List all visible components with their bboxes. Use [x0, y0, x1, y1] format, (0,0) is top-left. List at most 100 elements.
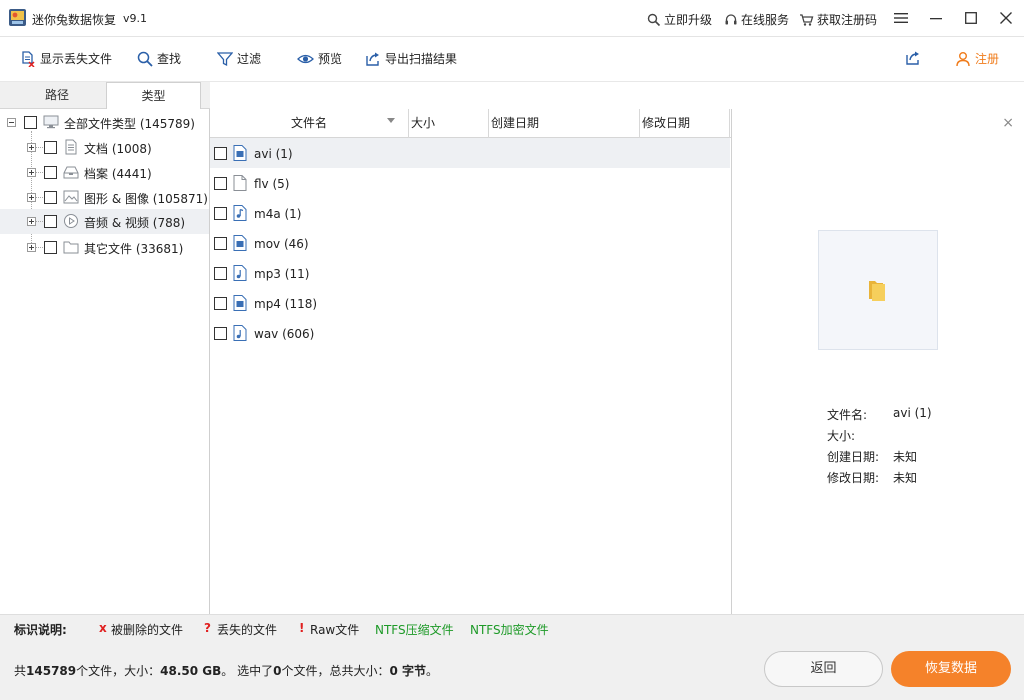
show-lost-files-button[interactable]: 显示丢失文件 [20, 50, 112, 67]
file-name: avi (1) [254, 147, 293, 161]
get-code-label: 获取注册码 [817, 13, 878, 27]
expand-toggle[interactable] [27, 193, 36, 202]
status-text: 个文件，大小： [76, 664, 161, 678]
blank-file-icon [233, 175, 247, 191]
file-name: wav (606) [254, 327, 315, 341]
lost-mark-icon: ? [204, 621, 211, 635]
expand-toggle[interactable] [27, 243, 36, 252]
filter-label: 过滤 [237, 52, 262, 66]
expand-toggle[interactable] [27, 168, 36, 177]
row-checkbox[interactable] [214, 177, 227, 190]
export-scan-results-button[interactable]: 导出扫描结果 [365, 50, 457, 67]
archive-icon [63, 166, 79, 179]
legend-ntfs-compressed: NTFS压缩文件 [375, 623, 454, 637]
preview-close-icon[interactable]: × [1002, 115, 1014, 131]
tree-root-label: 全部文件类型 (145789) [64, 117, 195, 131]
selected-size: 0 字节 [389, 664, 427, 678]
menu-button[interactable] [887, 6, 915, 30]
tab-path[interactable]: 路径 [8, 82, 106, 109]
eye-icon [297, 54, 314, 63]
list-row[interactable]: avi (1) [210, 138, 730, 168]
filter-button[interactable]: 过滤 [217, 50, 261, 67]
status-bar: 共145789个文件，大小：48.50 GB。 选中了0个文件，总共大小：0 字… [0, 642, 1024, 700]
image-icon [63, 190, 79, 204]
sort-desc-icon [387, 118, 395, 123]
back-button[interactable]: 返回 [764, 651, 883, 687]
preview-created-label: 创建日期: [827, 450, 880, 464]
video-file-icon [233, 145, 247, 161]
find-label: 查找 [157, 52, 182, 66]
tree-item-images[interactable]: 图形 & 图像 (105871) [0, 186, 209, 208]
online-service-link[interactable]: 在线服务 [724, 11, 789, 28]
column-header-size[interactable]: 大小 [409, 109, 489, 138]
folder-preview-icon [869, 281, 885, 301]
collapse-toggle[interactable] [7, 118, 16, 127]
row-checkbox[interactable] [214, 237, 227, 250]
media-icon [64, 214, 78, 228]
folder-icon [63, 241, 79, 254]
tree-root-checkbox[interactable] [24, 116, 37, 129]
preview-modified-value: 未知 [893, 471, 918, 485]
column-header-name[interactable]: 文件名 [210, 109, 409, 138]
column-header-modified[interactable]: 修改日期 [640, 109, 730, 138]
title-bar: 迷你兔数据恢复 v9.1 立即升级 在线服务 获取注册码 [0, 0, 1024, 37]
row-checkbox[interactable] [214, 267, 227, 280]
list-row[interactable]: mp4 (118) [210, 288, 730, 318]
status-text: 。 选中了 [221, 664, 274, 678]
maximize-button[interactable] [957, 6, 985, 30]
minimize-button[interactable] [922, 6, 950, 30]
deleted-mark-icon: x [99, 621, 107, 635]
search-upgrade-icon [647, 13, 661, 26]
user-icon [956, 51, 970, 66]
preview-created-value: 未知 [893, 450, 918, 464]
preview-modified-label: 修改日期: [827, 471, 880, 485]
expand-toggle[interactable] [27, 143, 36, 152]
list-row[interactable]: wav (606) [210, 318, 730, 348]
register-button[interactable]: 注册 [955, 50, 999, 67]
register-label: 注册 [975, 52, 1000, 66]
list-row[interactable]: m4a (1) [210, 198, 730, 228]
preview-label: 预览 [318, 52, 343, 66]
share-icon [906, 51, 919, 65]
minimize-icon [930, 18, 942, 20]
find-button[interactable]: 查找 [137, 50, 181, 67]
row-checkbox[interactable] [214, 207, 227, 220]
tree-item-media[interactable]: 音频 & 视频 (788) [0, 209, 209, 234]
tree-item-other[interactable]: 其它文件 (33681) [0, 236, 209, 258]
recover-data-button[interactable]: 恢复数据 [891, 651, 1011, 687]
tree-root[interactable]: 全部文件类型 (145789) [0, 111, 209, 133]
file-name: flv (5) [254, 177, 290, 191]
column-header-created[interactable]: 创建日期 [489, 109, 640, 138]
list-row[interactable]: flv (5) [210, 168, 730, 198]
row-checkbox[interactable] [214, 297, 227, 310]
status-summary: 共145789个文件，大小：48.50 GB。 选中了0个文件，总共大小：0 字… [14, 662, 438, 679]
hamburger-icon [894, 13, 908, 23]
tree-item-checkbox[interactable] [44, 215, 57, 228]
file-list: 文件名 大小 创建日期 修改日期 avi (1) flv (5) m4a (1) [210, 109, 731, 614]
legend-lost: 丢失的文件 [217, 623, 278, 637]
music-file-icon [233, 325, 247, 341]
tree-item-checkbox[interactable] [44, 241, 57, 254]
tree-item-archives[interactable]: 档案 (4441) [0, 161, 209, 183]
tree-item-checkbox[interactable] [44, 141, 57, 154]
preview-name-label: 文件名: [827, 408, 868, 422]
upgrade-link[interactable]: 立即升级 [647, 11, 712, 28]
tree-item-checkbox[interactable] [44, 166, 57, 179]
share-button[interactable] [905, 50, 926, 66]
row-checkbox[interactable] [214, 327, 227, 340]
file-name: m4a (1) [254, 207, 302, 221]
tree-item-checkbox[interactable] [44, 191, 57, 204]
row-checkbox[interactable] [214, 147, 227, 160]
preview-button[interactable]: 预览 [297, 50, 342, 67]
close-button[interactable] [992, 6, 1020, 30]
tree-item-documents[interactable]: 文档 (1008) [0, 136, 209, 158]
file-name: mp3 (11) [254, 267, 310, 281]
expand-toggle[interactable] [27, 217, 36, 226]
get-code-link[interactable]: 获取注册码 [799, 11, 877, 28]
list-row[interactable]: mp3 (11) [210, 258, 730, 288]
filter-icon [217, 51, 233, 66]
tree-item-label: 文档 (1008) [84, 142, 152, 156]
app-version: v9.1 [123, 12, 148, 25]
tab-type[interactable]: 类型 [106, 82, 201, 110]
list-row[interactable]: mov (46) [210, 228, 730, 258]
